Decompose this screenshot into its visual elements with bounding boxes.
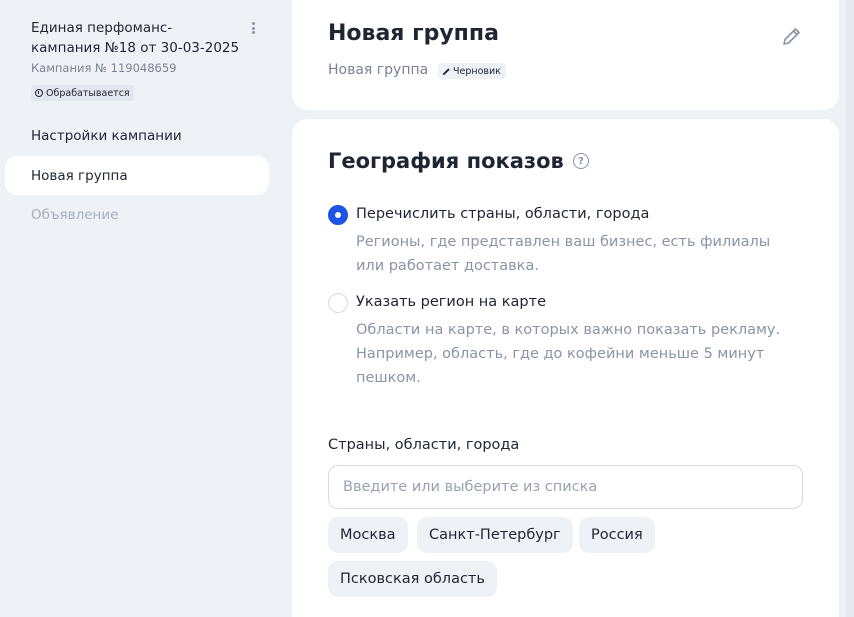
section-title: География показов ?	[328, 149, 589, 173]
region-chip[interactable]: Россия	[579, 517, 655, 553]
sidebar-item-campaign-settings[interactable]: Настройки кампании	[5, 116, 269, 155]
clock-icon	[35, 89, 43, 97]
sidebar-item-new-group[interactable]: Новая группа	[5, 156, 269, 195]
campaign-title: Единая перфоманс-кампания №18 от 30-03-2…	[31, 20, 240, 56]
page-title: Новая группа	[328, 21, 499, 46]
radio-button-unchecked[interactable]	[328, 293, 348, 313]
draft-badge-label: Черновик	[453, 65, 501, 77]
radio-option-description: Регионы, где представлен ваш бизнес, ест…	[356, 234, 771, 274]
group-header-card: Новая группа Новая группа Черновик	[292, 0, 839, 110]
region-chip[interactable]: Псковская область	[328, 561, 497, 597]
geo-card: География показов ? Перечислить страны, …	[292, 119, 839, 617]
section-title-text: География показов	[328, 149, 564, 173]
regions-field-label: Страны, области, города	[328, 437, 520, 453]
region-chip[interactable]: Москва	[328, 517, 408, 553]
help-icon[interactable]: ?	[572, 153, 589, 169]
radio-option-label: Перечислить страны, области, города	[356, 206, 650, 222]
radio-button-checked[interactable]	[328, 205, 348, 225]
radio-option-list-regions[interactable]: Перечислить страны, области, города Реги…	[328, 205, 788, 275]
region-chip[interactable]: Санкт-Петербург	[417, 517, 573, 553]
scrollbar-track[interactable]	[846, 0, 854, 617]
radio-option-map-region[interactable]: Указать регион на карте Области на карте…	[328, 293, 788, 387]
more-options-icon[interactable]	[246, 20, 260, 36]
sidebar-item-ad: Объявление	[31, 206, 119, 223]
radio-option-label: Указать регион на карте	[356, 294, 546, 310]
sidebar: Единая перфоманс-кампания №18 от 30-03-2…	[0, 0, 278, 617]
status-badge-label: Обрабатывается	[46, 87, 130, 99]
draft-badge: Черновик	[438, 63, 506, 79]
group-subtitle: Новая группа	[328, 62, 429, 78]
status-badge: Обрабатывается	[31, 85, 134, 101]
campaign-id: Кампания № 119048659	[31, 61, 177, 75]
regions-search-input[interactable]	[328, 465, 803, 509]
pencil-icon	[442, 67, 450, 75]
radio-option-description: Области на карте, в которых важно показа…	[356, 322, 781, 386]
edit-pencil-icon[interactable]	[780, 24, 804, 48]
